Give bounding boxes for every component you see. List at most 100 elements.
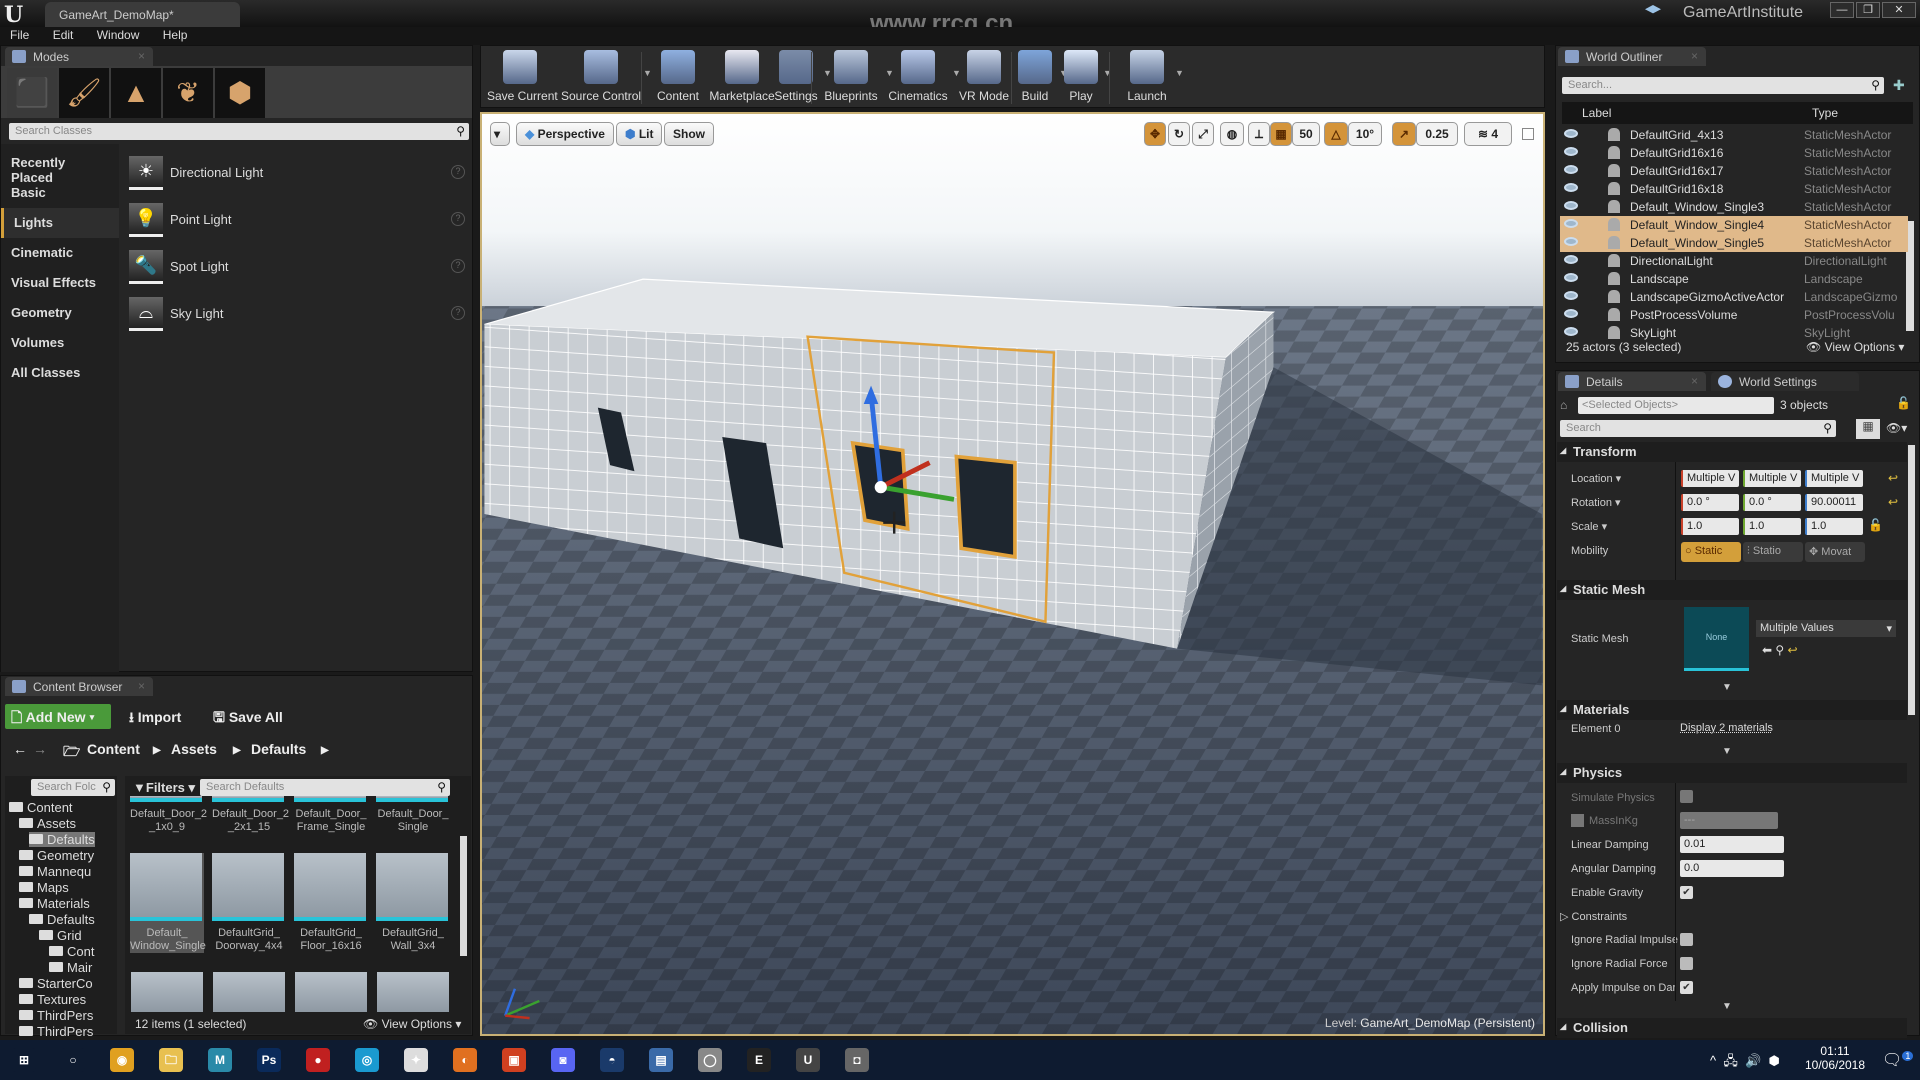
expand-advanced-icon[interactable]: ▼: [1722, 682, 1732, 693]
outliner-row[interactable]: PostProcessVolume PostProcessVolu: [1560, 306, 1908, 324]
rotation-label[interactable]: Rotation ▾: [1571, 496, 1621, 509]
breadcrumb-content[interactable]: Content: [81, 738, 146, 760]
toolbar-source-control-button[interactable]: Source Control: [561, 50, 641, 106]
mobility-statio-option[interactable]: ⫶ Statio: [1743, 542, 1803, 562]
visibility-eye-icon[interactable]: [1564, 183, 1578, 192]
grid-snap-icon[interactable]: ▦: [1270, 122, 1292, 146]
toolbar-blueprints-button[interactable]: Blueprints: [819, 50, 883, 106]
taskbar-discord-icon[interactable]: ◙: [551, 1048, 575, 1072]
menu-window[interactable]: Window: [87, 27, 150, 43]
import-button[interactable]: ⭳ Import: [123, 704, 187, 734]
placeable-item[interactable]: 🔦 Spot Light?: [129, 246, 469, 290]
rotation-snap-icon[interactable]: △: [1324, 122, 1348, 146]
scale-label[interactable]: Scale ▾: [1571, 520, 1607, 533]
help-icon[interactable]: ?: [451, 259, 465, 273]
taskbar-windows-start-icon[interactable]: ⊞: [12, 1048, 36, 1072]
taskbar-chrome-icon[interactable]: ◉: [110, 1048, 134, 1072]
help-icon[interactable]: ?: [451, 212, 465, 226]
camera-speed-button[interactable]: ≋ 4: [1464, 122, 1512, 146]
section-collision[interactable]: Collision: [1557, 1018, 1907, 1038]
folder-tree-item[interactable]: StarterCo: [19, 976, 93, 991]
folder-tree-item[interactable]: Materials: [19, 896, 90, 911]
asset-tile[interactable]: Default_Door_2 _2x1_15: [212, 796, 289, 834]
outliner-row[interactable]: DefaultGrid16x18 StaticMeshActor: [1560, 180, 1908, 198]
angular-damping-field[interactable]: 0.0: [1680, 860, 1784, 877]
visibility-eye-icon[interactable]: [1564, 201, 1578, 210]
folder-tree-item[interactable]: Mair: [49, 960, 92, 975]
taskbar-app3-icon[interactable]: ◯: [698, 1048, 722, 1072]
section-static-mesh[interactable]: Static Mesh: [1557, 580, 1907, 600]
folder-tree-item[interactable]: Grid: [39, 928, 82, 943]
add-filter-icon[interactable]: ✚: [1893, 77, 1905, 94]
taskbar-app-icon[interactable]: ▣: [502, 1048, 526, 1072]
lit-button[interactable]: ⬢ Lit: [616, 122, 663, 146]
add-new-button[interactable]: 🗋 Add New ▾: [5, 704, 111, 729]
visibility-eye-icon[interactable]: [1564, 219, 1578, 228]
constraints-expander[interactable]: ▷ Constraints: [1560, 910, 1627, 923]
reset-arrow-icon[interactable]: ↩: [1888, 495, 1898, 509]
asset-tile[interactable]: DefaultGrid_ Floor_16x16: [294, 853, 368, 953]
toolbar-content-button[interactable]: Content: [653, 50, 703, 106]
category-item[interactable]: Geometry: [1, 298, 119, 328]
tray-icons[interactable]: ^ 🖧 🔊 ⬢: [1710, 1052, 1780, 1074]
toolbar-marketplace-button[interactable]: Marketplace: [709, 50, 775, 106]
folder-tree-item[interactable]: Textures: [19, 992, 86, 1007]
asset-thumbnail[interactable]: [295, 972, 367, 1012]
lock-icon[interactable]: 🔓: [1896, 396, 1911, 410]
mobility-movat-option[interactable]: ✥ Movat: [1805, 542, 1865, 562]
translate-tool-icon[interactable]: ✥: [1144, 122, 1166, 146]
paint-mode-icon[interactable]: 🖌: [59, 68, 109, 118]
property-matrix-icon[interactable]: ▦: [1856, 419, 1880, 439]
expand-advanced-icon[interactable]: ▼: [1722, 1001, 1732, 1012]
level-viewport[interactable]: ▾ ◆ Perspective ⬢ Lit Show ✥ ↻ ⤢ ◍ ⟂ ▦ 5…: [480, 112, 1545, 1036]
breadcrumb-defaults[interactable]: Defaults: [245, 738, 312, 760]
details-search-input[interactable]: Search ⚲: [1560, 420, 1836, 437]
display-materials-link[interactable]: Display 2 materials: [1680, 722, 1773, 734]
scale-snap-value[interactable]: 0.25: [1416, 122, 1458, 146]
visibility-eye-icon[interactable]: [1564, 147, 1578, 156]
taskbar-file-explorer-icon[interactable]: 🗀: [159, 1048, 183, 1072]
mobility-static-option[interactable]: ○ Static: [1681, 542, 1741, 562]
folder-tree-item[interactable]: Defaults: [29, 912, 95, 927]
category-item[interactable]: Cinematic: [1, 238, 119, 268]
section-transform[interactable]: Transform: [1557, 442, 1907, 462]
details-scrollbar[interactable]: [1908, 445, 1915, 715]
outliner-row[interactable]: Default_Window_Single3 StaticMeshActor: [1560, 198, 1908, 216]
placeable-item[interactable]: ⌓ Sky Light?: [129, 293, 469, 337]
eye-view-options-icon[interactable]: 👁▾: [1886, 421, 1907, 435]
selected-objects-field[interactable]: <Selected Objects>: [1578, 397, 1774, 414]
asset-tile[interactable]: DefaultGrid_ Doorway_4x4: [212, 853, 286, 953]
location-label[interactable]: Location ▾: [1571, 472, 1621, 485]
surface-snap-icon[interactable]: ⟂: [1248, 122, 1270, 146]
folder-tree-item[interactable]: Assets: [19, 816, 76, 831]
visibility-eye-icon[interactable]: [1564, 255, 1578, 264]
perspective-button[interactable]: ◆ Perspective: [516, 122, 614, 146]
visibility-eye-icon[interactable]: [1564, 291, 1578, 300]
outliner-row[interactable]: DefaultGrid_4x13 StaticMeshActor: [1560, 126, 1908, 144]
toolbar-settings-button[interactable]: Settings: [771, 50, 821, 106]
reset-arrow-icon[interactable]: ↩: [1788, 643, 1798, 657]
taskbar-app4-icon[interactable]: ◘: [845, 1048, 869, 1072]
rotation-snap-value[interactable]: 10°: [1348, 122, 1382, 146]
asset-scrollbar[interactable]: [460, 836, 467, 956]
asset-thumbnail[interactable]: [131, 972, 203, 1012]
close-tab-icon[interactable]: ×: [138, 49, 145, 63]
folder-tree-item[interactable]: Cont: [49, 944, 94, 959]
help-icon[interactable]: ?: [451, 306, 465, 320]
visibility-eye-icon[interactable]: [1564, 237, 1578, 246]
toolbar-vr-mode-button[interactable]: VR Mode: [956, 50, 1012, 106]
grid-snap-value[interactable]: 50: [1292, 122, 1320, 146]
static-mesh-dropdown[interactable]: Multiple Values ▾: [1756, 620, 1896, 637]
visibility-eye-icon[interactable]: [1564, 129, 1578, 138]
toolbar-launch-button[interactable]: Launch: [1121, 50, 1173, 106]
taskbar-app2-icon[interactable]: ▤: [649, 1048, 673, 1072]
folder-tree-item[interactable]: Maps: [19, 880, 69, 895]
tab-world-outliner[interactable]: World Outliner ×: [1558, 47, 1706, 66]
outliner-row[interactable]: Landscape Landscape: [1560, 270, 1908, 288]
section-materials[interactable]: Materials: [1557, 700, 1907, 720]
close-button[interactable]: ✕: [1882, 2, 1916, 18]
asset-search-input[interactable]: Search Defaults ⚲: [200, 779, 450, 796]
close-tab-icon[interactable]: ×: [138, 679, 145, 693]
category-item[interactable]: All Classes: [1, 358, 119, 388]
asset-thumbnail[interactable]: [213, 972, 285, 1012]
